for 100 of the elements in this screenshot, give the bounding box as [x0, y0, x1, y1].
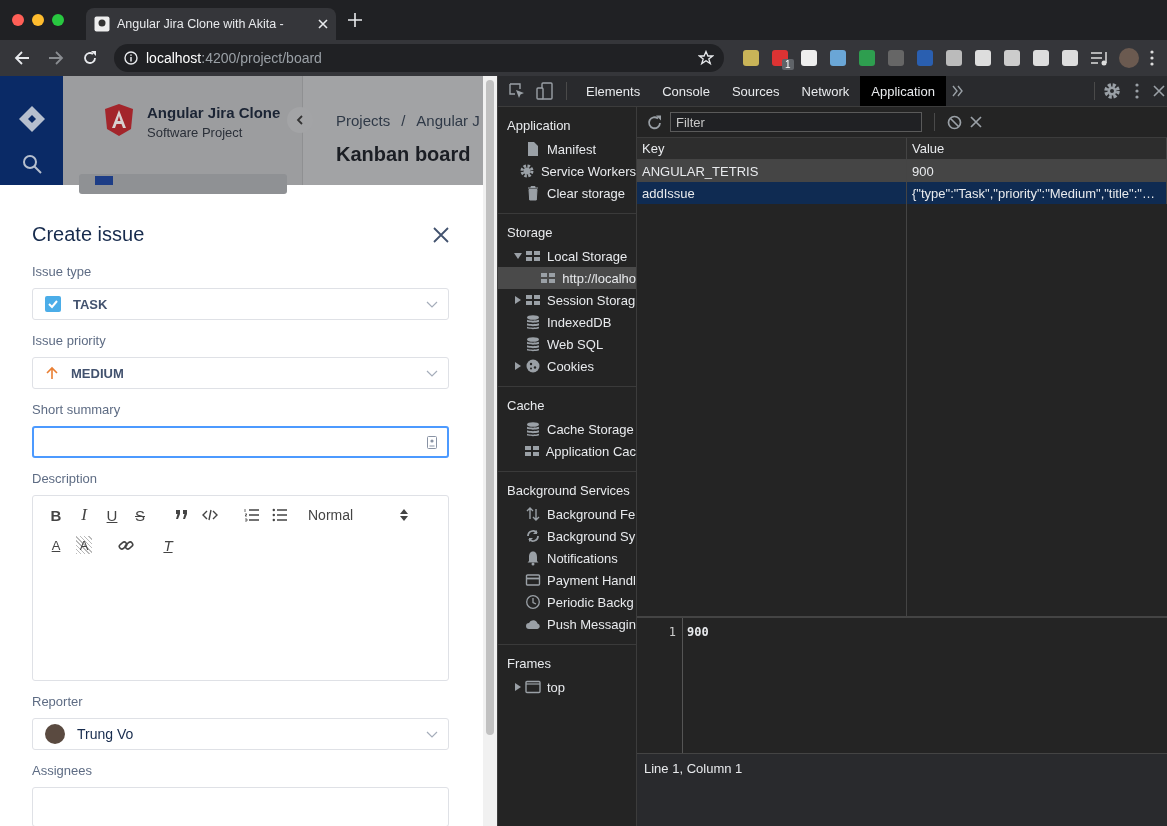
inspect-element-icon[interactable] — [508, 82, 526, 100]
extension-icon[interactable] — [800, 49, 818, 67]
table-cell[interactable]: 900 — [907, 160, 1167, 182]
new-tab-icon[interactable] — [348, 13, 362, 27]
back-icon[interactable] — [14, 50, 30, 66]
sidebar-item[interactable]: Push Messagin — [498, 613, 636, 635]
chevron-down-icon — [426, 300, 438, 308]
more-tabs-icon[interactable] — [951, 85, 964, 97]
delete-icon[interactable] — [970, 116, 982, 128]
sidebar-item[interactable]: Cookies — [498, 355, 636, 377]
breadcrumb-link[interactable]: Angular J — [416, 112, 480, 129]
more-icon[interactable] — [1150, 50, 1154, 66]
sync-icon — [525, 528, 541, 544]
extension-icon[interactable] — [945, 49, 963, 67]
clean-button[interactable]: T — [154, 536, 182, 554]
table-cell[interactable]: {"type":"Task","priority":"Medium","title":"… — [907, 182, 1167, 204]
collapsed-arrow-icon[interactable] — [515, 362, 521, 370]
extension-icon[interactable] — [829, 49, 847, 67]
italic-button[interactable]: I — [70, 506, 98, 524]
issue-type-select[interactable]: TASK — [32, 288, 449, 320]
priority-select[interactable]: MEDIUM — [32, 357, 449, 389]
sidebar-item[interactable]: Background Sy — [498, 525, 636, 547]
card-icon — [525, 572, 541, 588]
browser-tab[interactable]: Angular Jira Clone with Akita - — [86, 8, 336, 40]
text-color-button[interactable]: A — [42, 536, 70, 554]
window-minimize-button[interactable] — [32, 14, 44, 26]
close-icon[interactable] — [433, 226, 449, 243]
format-select[interactable]: Normal — [304, 506, 412, 524]
devtools-tab[interactable]: Application — [860, 76, 946, 106]
select-value: TASK — [73, 296, 109, 312]
settings-icon[interactable] — [1103, 82, 1121, 100]
table-cell[interactable]: addIssue — [637, 182, 907, 204]
reporter-select[interactable]: Trung Vo — [32, 718, 449, 750]
devtools-tab[interactable]: Console — [651, 76, 721, 106]
page-scrollbar[interactable] — [483, 76, 497, 826]
filter-input[interactable]: Filter — [670, 112, 922, 132]
expanded-arrow-icon[interactable] — [514, 253, 522, 259]
background-button[interactable]: A — [76, 536, 92, 554]
sidebar-item[interactable]: http://localho — [498, 267, 636, 289]
diamond-logo-icon[interactable] — [18, 106, 45, 132]
bold-button[interactable]: B — [42, 506, 70, 524]
sidebar-item[interactable]: Session Storag — [498, 289, 636, 311]
table-cell[interactable]: ANGULAR_TETRIS — [637, 160, 907, 182]
window-close-button[interactable] — [12, 14, 24, 26]
sidebar-item[interactable]: Payment Handl — [498, 569, 636, 591]
field-label: Issue type — [32, 264, 93, 279]
extension-icon[interactable] — [742, 49, 760, 67]
collapsed-arrow-icon[interactable] — [515, 683, 521, 691]
star-icon[interactable] — [698, 50, 714, 66]
refresh-icon[interactable] — [647, 114, 662, 130]
section-heading: Storage — [506, 224, 554, 242]
devtools-tab[interactable]: Sources — [720, 76, 791, 106]
field-label: Description — [32, 471, 99, 486]
sidebar-item[interactable]: Background Fe — [498, 503, 636, 525]
breadcrumb-link[interactable]: Projects — [336, 112, 391, 129]
search-icon[interactable] — [21, 154, 42, 174]
sidebar-item[interactable]: Periodic Backg — [498, 591, 636, 613]
contact-card-icon — [427, 435, 437, 449]
window-icon — [525, 679, 541, 695]
more-icon[interactable] — [1135, 83, 1139, 99]
avatar — [45, 724, 65, 744]
collapsed-arrow-icon[interactable] — [515, 296, 521, 304]
strike-button[interactable]: S — [126, 506, 154, 524]
clear-all-icon[interactable] — [947, 114, 962, 130]
reload-icon[interactable] — [82, 50, 98, 66]
sidebar-item-label: Payment Handl — [547, 572, 636, 588]
playlist-icon[interactable] — [1090, 49, 1108, 67]
underline-button[interactable]: U — [98, 506, 126, 524]
devtools-tab[interactable]: Elements — [575, 76, 652, 106]
window-maximize-button[interactable] — [52, 14, 64, 26]
forward-icon[interactable] — [48, 50, 64, 66]
sidebar-item-label: Web SQL — [547, 336, 604, 352]
sidebar-item[interactable]: Clear storage — [498, 182, 636, 204]
sidebar-item[interactable]: IndexedDB — [498, 311, 636, 333]
page-title: Kanban board — [336, 143, 472, 166]
select-value: Trung Vo — [77, 726, 135, 742]
sidebar-item[interactable]: Manifest — [498, 138, 636, 160]
sidebar-nav-item[interactable] — [79, 174, 287, 194]
sidebar-item[interactable]: Service Workers — [498, 160, 636, 182]
extension-icon[interactable] — [1032, 49, 1050, 67]
extension-icon[interactable] — [1061, 49, 1079, 67]
summary-input[interactable] — [32, 426, 449, 458]
devtools-tab[interactable]: Network — [790, 76, 861, 106]
device-toolbar-icon[interactable] — [536, 82, 554, 100]
field-label: Issue priority — [32, 333, 107, 348]
extension-icon[interactable] — [771, 49, 789, 67]
description-editor[interactable]: B I U S Normal A A T — [32, 495, 449, 681]
scrollbar-thumb[interactable] — [486, 80, 494, 735]
project-type: Software Project — [147, 125, 244, 140]
sidebar-item[interactable]: Web SQL — [498, 333, 636, 355]
sidebar-item[interactable]: Notifications — [498, 547, 636, 569]
checkbox-icon — [45, 296, 61, 312]
sidebar-item[interactable]: Cache Storage — [498, 418, 636, 440]
sidebar-item[interactable]: top — [498, 676, 636, 698]
sidebar-item[interactable]: Local Storage — [498, 245, 636, 267]
close-icon[interactable] — [1153, 85, 1165, 97]
cookie-icon — [525, 358, 541, 374]
address-bar[interactable]: localhost:4200/project/board — [114, 44, 724, 72]
bell-icon — [525, 550, 541, 566]
sidebar-item[interactable]: Application Cac — [498, 440, 636, 462]
